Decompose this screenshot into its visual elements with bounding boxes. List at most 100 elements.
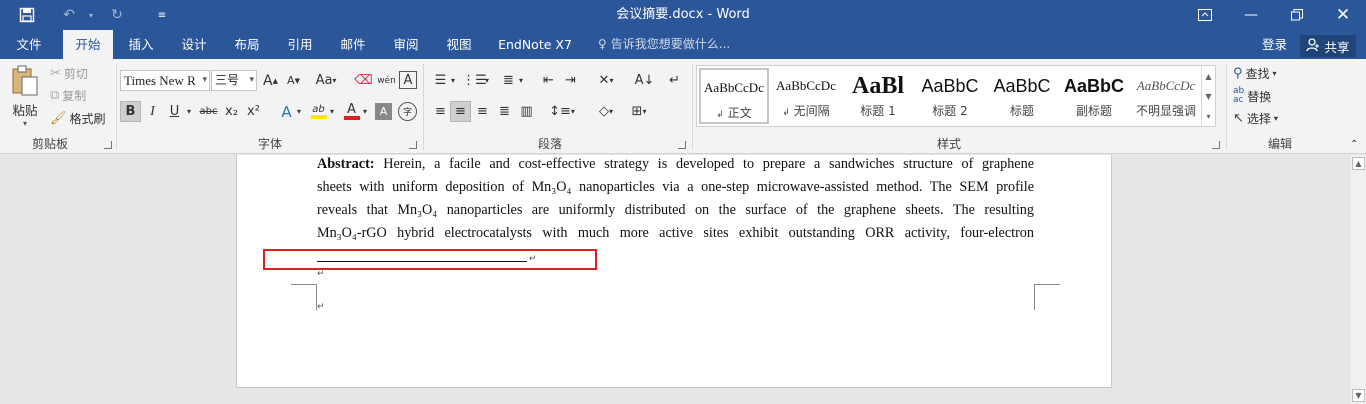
tell-me-box[interactable]: ♀ 告诉我您想要做什么... <box>598 30 730 59</box>
style-item-heading1[interactable]: AaBl 标题 1 <box>843 68 913 124</box>
subscript-button[interactable]: x₂ <box>221 101 242 122</box>
line-spacing-icon[interactable]: ↕≡ ▾ <box>548 101 576 122</box>
font-name-combo[interactable]: Times New R ▾ <box>120 70 210 91</box>
align-left-icon[interactable]: ≡ <box>430 101 451 122</box>
paste-dropdown-icon[interactable]: ▾ <box>23 119 27 128</box>
chevron-down-icon[interactable]: ▾ <box>327 101 337 122</box>
chevron-down-icon[interactable]: ▾ <box>360 101 370 122</box>
font-color-button[interactable]: A <box>341 101 362 122</box>
select-button[interactable]: ↖ 选择 ▾ <box>1233 110 1278 127</box>
group-divider <box>423 64 424 150</box>
highlight-button[interactable]: ab <box>308 101 329 122</box>
tell-me-text: 告诉我您想要做什么... <box>610 37 731 51</box>
sort-icon[interactable]: A↓ <box>634 70 655 91</box>
chevron-down-icon[interactable]: ▾ <box>294 101 304 122</box>
chevron-down-icon: ▾ <box>1273 114 1278 123</box>
decrease-indent-icon[interactable]: ⇤ <box>538 70 559 91</box>
format-painter-button[interactable]: 🖌 格式刷 <box>50 110 106 127</box>
align-center-icon[interactable]: ≡ <box>450 101 471 122</box>
tab-layout[interactable]: 布局 <box>222 30 272 59</box>
style-item-heading2[interactable]: AaBbC 标题 2 <box>915 68 985 124</box>
clipboard-icon <box>10 65 40 100</box>
tab-insert[interactable]: 插入 <box>116 30 166 59</box>
clipboard-launcher-icon[interactable] <box>104 141 112 149</box>
replace-button[interactable]: ab ac 替换 <box>1233 87 1271 105</box>
style-item-no-spacing[interactable]: AaBbCcDc ↲ 无间隔 <box>771 68 841 124</box>
chevron-down-icon[interactable]: ▼ <box>1205 92 1211 101</box>
justify-icon[interactable]: ≣ <box>494 101 515 122</box>
clear-format-icon[interactable]: ⌫ <box>353 70 374 91</box>
paragraph-launcher-icon[interactable] <box>678 141 686 149</box>
borders-icon[interactable]: ⊞ ▾ <box>625 101 653 122</box>
tab-file[interactable]: 文件 <box>4 30 54 59</box>
grow-font-button[interactable]: A ▲ <box>260 70 281 91</box>
chinese-layout-icon[interactable]: ✕ ▾ <box>593 70 619 91</box>
undo-dropdown-icon[interactable]: ▾ <box>84 0 98 30</box>
bold-button[interactable]: B <box>120 101 141 122</box>
show-marks-icon[interactable]: ↵ <box>664 70 685 91</box>
undo-icon[interactable]: ↶ <box>56 0 82 30</box>
enclose-char-button[interactable]: 字 <box>398 102 417 121</box>
char-shading-button[interactable]: A <box>375 103 392 120</box>
tab-mailings[interactable]: 邮件 <box>328 30 378 59</box>
find-button[interactable]: ⚲ 查找 ▾ <box>1233 65 1277 82</box>
font-launcher-icon[interactable] <box>409 141 417 149</box>
tab-view[interactable]: 视图 <box>434 30 484 59</box>
cut-button[interactable]: ✂ 剪切 <box>50 65 88 82</box>
distributed-icon[interactable]: ▥ <box>516 101 537 122</box>
document-page[interactable]: Abstract: Herein, a facile and cost-effe… <box>236 155 1112 388</box>
underline-dropdown-icon[interactable]: ▾ <box>183 101 195 122</box>
restore-icon[interactable] <box>1274 0 1320 30</box>
align-right-icon[interactable]: ≡ <box>472 101 493 122</box>
copy-button[interactable]: ⧉ 复制 <box>50 87 86 104</box>
share-button[interactable]: 共享 <box>1300 35 1356 57</box>
paste-button[interactable]: 粘贴 ▾ <box>10 65 40 128</box>
chevron-down-icon[interactable]: ▾ <box>448 70 458 91</box>
shrink-font-button[interactable]: A ▼ <box>283 70 304 91</box>
style-item-subtle-emphasis[interactable]: AaBbCcDc 不明显强调 <box>1131 68 1201 124</box>
underline-button[interactable]: U <box>164 101 185 122</box>
increase-indent-icon[interactable]: ⇥ <box>560 70 581 91</box>
styles-launcher-icon[interactable] <box>1212 141 1220 149</box>
save-icon[interactable] <box>14 0 40 30</box>
vertical-scrollbar[interactable]: ▲ ▼ <box>1349 155 1366 404</box>
strikethrough-button[interactable]: abc <box>198 101 219 122</box>
minimize-icon[interactable]: — <box>1228 0 1274 30</box>
style-name: 不明显强调 <box>1135 104 1196 118</box>
style-item-title[interactable]: AaBbC 标题 <box>987 68 1057 124</box>
shrink-font-icon: A <box>287 74 295 87</box>
chevron-down-icon[interactable]: ▾ <box>516 70 526 91</box>
char-border-button[interactable]: A <box>399 71 417 89</box>
tab-home[interactable]: 开始 <box>63 30 113 59</box>
styles-gallery-scroll[interactable]: ▲ ▼ ▾ <box>1201 66 1215 126</box>
customize-icon[interactable]: ≡ <box>152 0 172 30</box>
scroll-down-icon[interactable]: ▼ <box>1352 389 1365 402</box>
style-item-subtitle[interactable]: AaBbC 副标题 <box>1059 68 1129 124</box>
text-line: Abstract: Herein, a facile and cost-effe… <box>317 153 1034 176</box>
collapse-ribbon-icon[interactable]: ⌃ <box>1350 139 1358 150</box>
tab-design[interactable]: 设计 <box>169 30 219 59</box>
italic-button[interactable]: I <box>142 101 163 122</box>
style-item-normal[interactable]: AaBbCcDc ↲ 正文 <box>699 68 769 124</box>
phonetic-guide-button[interactable]: wén <box>376 70 397 91</box>
more-styles-icon[interactable]: ▾ <box>1206 112 1210 121</box>
scroll-up-icon[interactable]: ▲ <box>1352 157 1365 170</box>
font-name-value: Times New R <box>124 73 196 88</box>
ribbon-display-icon[interactable] <box>1182 0 1228 30</box>
change-case-button[interactable]: Aa ▾ <box>311 70 341 91</box>
superscript-button[interactable]: x² <box>243 101 264 122</box>
tab-review[interactable]: 审阅 <box>381 30 431 59</box>
close-icon[interactable]: ✕ <box>1320 0 1366 30</box>
redo-icon[interactable]: ↻ <box>104 0 130 30</box>
tab-references[interactable]: 引用 <box>275 30 325 59</box>
style-name: 无间隔 <box>793 104 830 118</box>
login-link[interactable]: 登录 <box>1262 30 1287 59</box>
highlight-annotation-box <box>263 249 597 270</box>
tab-endnote[interactable]: EndNote X7 <box>492 30 578 59</box>
chevron-down-icon[interactable]: ▾ <box>482 70 492 91</box>
bold-icon: B <box>125 104 136 119</box>
chevron-up-icon[interactable]: ▲ <box>1205 72 1211 81</box>
font-size-combo[interactable]: 三号 ▾ <box>211 70 257 91</box>
shading-bucket-icon[interactable]: ◇ ▾ <box>590 101 622 122</box>
ribbon: 粘贴 ▾ ✂ 剪切 ⧉ 复制 🖌 格式刷 剪贴板 Times New R ▾ 三… <box>0 59 1366 154</box>
